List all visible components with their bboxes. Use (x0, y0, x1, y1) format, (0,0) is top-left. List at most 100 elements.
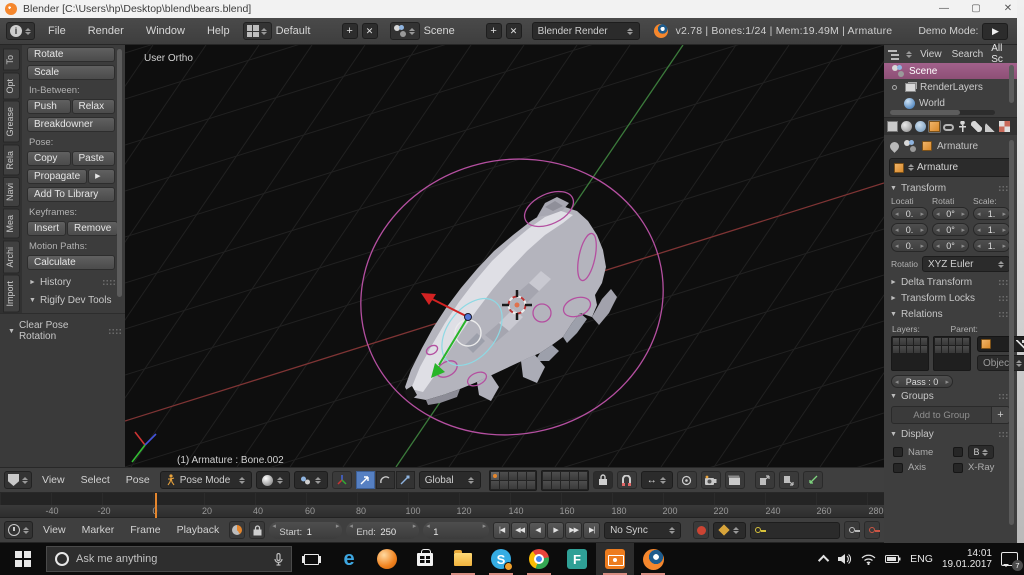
tab-bone-constraints[interactable] (984, 120, 997, 133)
scale-y-field[interactable]: 1. (973, 223, 1010, 236)
shelf-tab-grease[interactable]: Grease (3, 101, 20, 143)
next-keyframe-button[interactable]: ▶▶ (565, 522, 582, 539)
transform-panel-header[interactable]: Transform (884, 180, 1017, 196)
shelf-tab-archimesh[interactable]: Archi (3, 241, 20, 274)
cortana-search-box[interactable]: Ask me anything (46, 546, 292, 572)
tool-shelf-scrollbar[interactable] (117, 49, 122, 297)
proportional-edit-button[interactable] (677, 471, 697, 489)
record-button[interactable] (693, 521, 709, 539)
parent-type-dropdown[interactable]: Object (977, 355, 1024, 371)
orientation-dropdown[interactable]: Global (419, 471, 481, 489)
copy-pose-button[interactable]: Copy (27, 151, 71, 166)
screen-layout-name[interactable]: Default (276, 25, 338, 37)
tab-bone[interactable] (970, 120, 983, 133)
outliner-vscrollbar[interactable] (1009, 65, 1014, 103)
view3d-menu-select[interactable]: Select (75, 474, 116, 486)
pass-index-field[interactable]: Pass : 0 (891, 375, 953, 388)
play-button[interactable]: ▶ (547, 522, 564, 539)
active-keying-set-field[interactable] (750, 522, 839, 539)
insert-keyframe-button[interactable]: Insert (27, 221, 66, 236)
outliner-hscrollbar[interactable] (890, 110, 995, 115)
rigify-panel-header[interactable]: Rigify Dev Tools (29, 295, 115, 306)
taskbar-file-explorer[interactable] (444, 543, 482, 575)
taskbar-blender[interactable] (634, 543, 672, 575)
view3d-menu-pose[interactable]: Pose (120, 474, 156, 486)
add-scene-button[interactable]: + (486, 23, 502, 39)
calculate-paths-button[interactable]: Calculate (27, 255, 115, 270)
taskbar-store[interactable] (406, 543, 444, 575)
delete-layout-button[interactable]: ✕ (362, 23, 378, 39)
menu-render[interactable]: Render (79, 25, 133, 37)
render-engine-dropdown[interactable]: Blender Render (532, 22, 640, 40)
taskbar-chrome[interactable] (520, 543, 558, 575)
tab-object[interactable] (928, 120, 941, 133)
taskbar-screenshot-app[interactable] (596, 543, 634, 575)
screen-layout-icon-button[interactable] (243, 22, 272, 40)
viewport-layers-widget[interactable] (489, 470, 589, 491)
paste-pose-button[interactable]: Paste (72, 151, 116, 166)
prev-keyframe-button[interactable]: ◀◀ (511, 522, 528, 539)
jump-to-end-button[interactable]: ▶| (583, 522, 600, 539)
mode-dropdown[interactable]: Pose Mode (160, 471, 252, 489)
breakdowner-button[interactable]: Breakdowner (27, 117, 115, 132)
history-panel-header[interactable]: History (29, 277, 115, 288)
panel-grip-icon[interactable] (108, 328, 121, 335)
scene-name[interactable]: Scene (424, 25, 482, 37)
display-panel-header[interactable]: Display (884, 426, 1017, 442)
expand-dot-icon[interactable] (892, 85, 897, 90)
layered-record-button[interactable] (249, 521, 265, 539)
tab-render[interactable] (886, 120, 899, 133)
location-y-field[interactable]: 0. (891, 223, 928, 236)
shading-dropdown[interactable] (256, 471, 290, 489)
object-id-field[interactable]: Armature (889, 158, 1012, 177)
menu-help[interactable]: Help (198, 25, 239, 37)
display-xray-checkbox[interactable] (953, 463, 963, 473)
taskbar-skype[interactable]: S (482, 543, 520, 575)
tray-chevron-icon[interactable] (818, 555, 829, 566)
add-to-library-button[interactable]: Add To Library (27, 187, 115, 202)
microphone-icon[interactable] (274, 553, 283, 566)
remove-keyframe-button[interactable]: Remove (67, 221, 118, 236)
outliner-item-renderlayers[interactable]: RenderLayers (884, 79, 1017, 95)
paste-flipped-pose-button[interactable] (803, 471, 823, 489)
propagate-button[interactable]: Propagate (27, 169, 87, 184)
view3d-editor-selector[interactable] (4, 471, 32, 489)
view3d-menu-view[interactable]: View (36, 474, 71, 486)
timeline-canvas[interactable] (0, 493, 884, 505)
frame-start-field[interactable]: Start: 1 (269, 522, 342, 539)
delta-transform-panel-header[interactable]: Delta Transform (884, 274, 1017, 290)
transform-locks-panel-header[interactable]: Transform Locks (884, 290, 1017, 306)
wifi-icon[interactable] (861, 554, 876, 565)
lock-to-scene-button[interactable] (593, 471, 613, 489)
keying-set-dropdown[interactable] (713, 522, 746, 539)
breadcrumb-object-name[interactable]: Armature (937, 141, 978, 152)
relations-panel-header[interactable]: Relations (884, 306, 1017, 322)
tab-constraints[interactable] (942, 120, 955, 133)
location-z-field[interactable]: 0. (891, 239, 928, 252)
add-layout-button[interactable]: + (342, 23, 358, 39)
shelf-tab-relations[interactable]: Rela (3, 145, 20, 176)
tab-physics[interactable] (998, 120, 1011, 133)
language-indicator[interactable]: ENG (910, 553, 933, 565)
menu-file[interactable]: File (39, 25, 75, 37)
clock[interactable]: 14:01 19.01.2017 (942, 548, 992, 570)
location-x-field[interactable]: 0. (891, 207, 928, 220)
groups-panel-header[interactable]: Groups (884, 388, 1017, 404)
snap-toggle-button[interactable] (617, 471, 637, 489)
timeline-menu-view[interactable]: View (37, 524, 72, 536)
scene-selector-icon-button[interactable] (390, 22, 420, 40)
timeline-menu-frame[interactable]: Frame (124, 524, 166, 536)
editor-type-selector[interactable]: i (6, 22, 35, 40)
outliner-editor-icon[interactable] (888, 49, 899, 60)
object-layers-widget[interactable] (891, 336, 971, 371)
manipulator-center-dot[interactable] (465, 314, 472, 321)
minimize-icon[interactable]: — (928, 0, 960, 18)
battery-icon[interactable] (885, 554, 901, 564)
add-group-plus-button[interactable]: + (992, 406, 1010, 424)
propagate-options-arrow[interactable]: ▶ (88, 169, 115, 184)
shelf-tab-options[interactable]: Opt (3, 73, 20, 100)
rotation-x-field[interactable]: 0° (932, 207, 969, 220)
push-button[interactable]: Push (27, 99, 71, 114)
eyedropper-icon[interactable] (1016, 340, 1024, 349)
volume-icon[interactable] (838, 553, 852, 565)
